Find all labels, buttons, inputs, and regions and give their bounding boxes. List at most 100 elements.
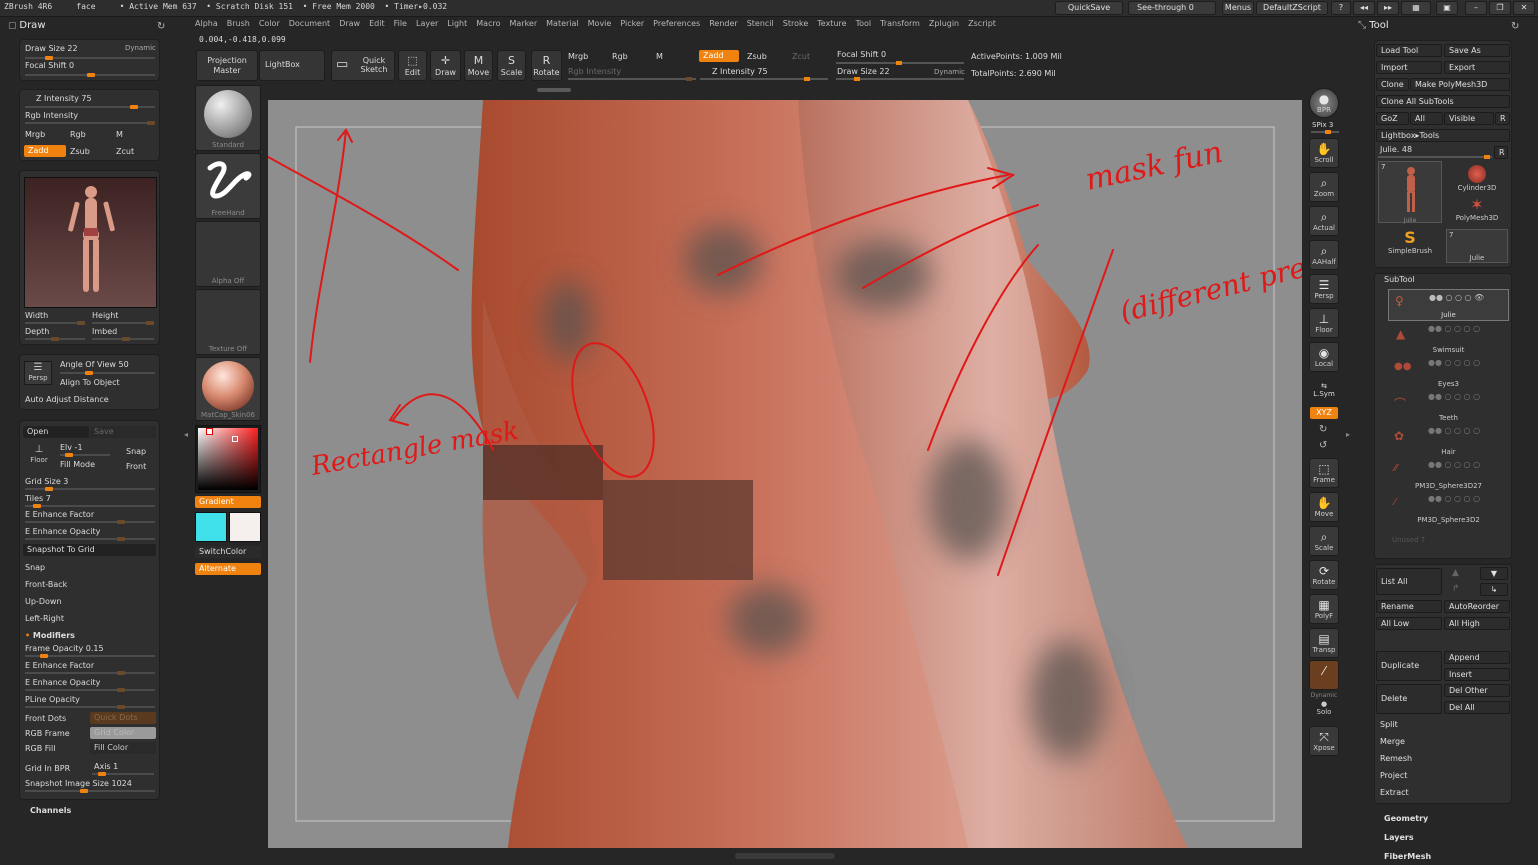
eyes-toggle-icons[interactable]: ●● ○ ○ ○ ○	[1428, 358, 1480, 367]
rgb-fill-label[interactable]: RGB Fill	[25, 744, 55, 753]
sphere2-toggle-icons[interactable]: ●● ○ ○ ○ ○	[1428, 494, 1480, 503]
insert-button[interactable]: Insert	[1444, 668, 1510, 681]
front-label[interactable]: Front	[126, 462, 146, 471]
depth-label[interactable]: Depth	[25, 327, 49, 336]
menus-button[interactable]: Menus	[1222, 1, 1254, 15]
extract-section[interactable]: Extract	[1376, 787, 1510, 800]
move-right-button[interactable]: ✋ Move	[1309, 492, 1339, 522]
teeth-toggle-icons[interactable]: ●● ○ ○ ○ ○	[1428, 392, 1480, 401]
rgb-intensity-slider[interactable]	[25, 121, 155, 125]
minimize-icon[interactable]: –	[1465, 1, 1487, 15]
secondary-color-swatch[interactable]	[229, 512, 261, 542]
focal-shift-slider[interactable]	[25, 73, 155, 77]
menu-stencil[interactable]: Stencil	[747, 19, 774, 28]
m-button[interactable]: M	[116, 130, 123, 139]
menu-stroke[interactable]: Stroke	[783, 19, 809, 28]
subtool-item-julie[interactable]: ♀ ●● ○ ○ ○ 👁 Julie	[1388, 289, 1509, 321]
color-picker-square[interactable]	[198, 428, 258, 490]
move-button[interactable]: M Move	[464, 50, 493, 81]
frame-opacity-slider[interactable]	[25, 654, 155, 658]
texture-selector[interactable]: Texture Off	[195, 289, 261, 355]
persp-button[interactable]: ☰ Persp	[24, 361, 52, 385]
channels-section[interactable]: Channels	[30, 806, 71, 815]
zcut-top-button[interactable]: Zcut	[792, 52, 810, 61]
menu-material[interactable]: Material	[546, 19, 579, 28]
snapshot-size-label[interactable]: Snapshot Image Size 1024	[25, 779, 132, 788]
clone-button[interactable]: Clone	[1376, 78, 1409, 91]
visible-button[interactable]: Visible	[1444, 112, 1494, 125]
menu-zplugin[interactable]: Zplugin	[929, 19, 959, 28]
del-all-button[interactable]: Del All	[1444, 701, 1510, 714]
tool-thumbnail[interactable]	[24, 177, 157, 308]
see-through-slider[interactable]: See-through 0	[1128, 1, 1216, 15]
subtool-item-teeth[interactable]: ⌒ ●● ○ ○ ○ ○ Teeth	[1388, 391, 1509, 423]
focal-shift-top-slider[interactable]	[836, 61, 964, 65]
close-icon[interactable]: ✕	[1513, 1, 1535, 15]
solo-button[interactable]: ● Solo	[1310, 700, 1338, 716]
menu-render[interactable]: Render	[709, 19, 737, 28]
rgb-frame-label[interactable]: RGB Frame	[25, 729, 70, 738]
material-selector[interactable]: MatCap_Skin06	[195, 357, 261, 421]
brush-selector[interactable]: Standard	[195, 85, 261, 151]
draw-size-slider[interactable]	[25, 56, 155, 60]
autoreorder-button[interactable]: AutoReorder	[1444, 600, 1510, 613]
width-slider[interactable]	[25, 321, 85, 325]
rotate-y-icon[interactable]: ↻	[1319, 424, 1327, 435]
menu-document[interactable]: Document	[289, 19, 330, 28]
persp-right-button[interactable]: ☰ Persp	[1309, 274, 1339, 304]
tool-thumb-cylinder[interactable]: Cylinder3D	[1446, 161, 1508, 195]
list-all-button[interactable]: List All	[1376, 568, 1442, 595]
menu-marker[interactable]: Marker	[509, 19, 537, 28]
spix-slider[interactable]	[1311, 130, 1339, 134]
move-up-icon[interactable]: ▲	[1452, 568, 1459, 578]
focal-shift-label[interactable]: Focal Shift 0	[25, 61, 74, 70]
project-section[interactable]: Project	[1376, 770, 1510, 783]
auto-adjust-distance-button[interactable]: Auto Adjust Distance	[25, 395, 109, 404]
spix-label[interactable]: SPix 3	[1312, 121, 1333, 129]
menu-draw[interactable]: Draw	[339, 19, 360, 28]
current-tool-label[interactable]: Julie. 48	[1380, 145, 1412, 154]
rgb-intensity-label[interactable]: Rgb Intensity	[25, 111, 78, 120]
tool-thumb-polymesh[interactable]: ✶ PolyMesh3D	[1446, 196, 1508, 228]
arrow-down-right-icon[interactable]: ↳	[1480, 583, 1508, 596]
menu-layer[interactable]: Layer	[416, 19, 438, 28]
move-down-icon[interactable]: ▼	[1480, 567, 1508, 580]
menu-zscript[interactable]: Zscript	[968, 19, 996, 28]
fill-mode-label[interactable]: Fill Mode	[60, 460, 95, 469]
geometry-section[interactable]: Geometry	[1384, 814, 1428, 823]
rename-button[interactable]: Rename	[1376, 600, 1442, 613]
scale-right-button[interactable]: ⌕ Scale	[1309, 526, 1339, 556]
make-polymesh-button[interactable]: Make PolyMesh3D	[1410, 78, 1510, 91]
duplicate-button[interactable]: Duplicate	[1376, 651, 1442, 681]
e-enhance-opacity-slider[interactable]	[25, 537, 155, 541]
scroll-button[interactable]: ✋ Scroll	[1309, 138, 1339, 168]
import-button[interactable]: Import	[1376, 61, 1442, 74]
load-tool-button[interactable]: Load Tool	[1376, 44, 1442, 57]
menu-macro[interactable]: Macro	[476, 19, 500, 28]
modifiers-header[interactable]: • Modifiers	[25, 631, 75, 640]
del-other-button[interactable]: Del Other	[1444, 684, 1510, 697]
pline-opacity-slider[interactable]	[25, 705, 155, 709]
snapshot-to-grid-button[interactable]: Snapshot To Grid	[23, 544, 156, 556]
open-button[interactable]: Open	[23, 426, 89, 438]
z-intensity-top-label[interactable]: Z Intensity 75	[712, 67, 768, 76]
local-button[interactable]: ◉ Local	[1309, 342, 1339, 372]
draw-size-top-slider[interactable]	[836, 77, 964, 81]
up-down-button[interactable]: Up-Down	[25, 597, 62, 606]
rgb-intensity-top-label[interactable]: Rgb Intensity	[568, 67, 621, 76]
tool-slider[interactable]	[1378, 155, 1492, 159]
m-top-button[interactable]: M	[656, 52, 663, 61]
aahalf-button[interactable]: ⌕ AAHalf	[1309, 240, 1339, 270]
tiles-label[interactable]: Tiles 7	[25, 494, 51, 503]
e-enhance-opacity-label[interactable]: E Enhance Opacity	[25, 527, 100, 536]
color-picker[interactable]	[195, 425, 261, 493]
dynamic-top-toggle[interactable]: Dynamic	[934, 68, 965, 76]
goz-all-button[interactable]: All	[1410, 112, 1443, 125]
depth-slider[interactable]	[25, 337, 85, 341]
menu-brush[interactable]: Brush	[227, 19, 250, 28]
grid-color-swatch[interactable]: Grid Color	[90, 727, 156, 739]
xyz-button[interactable]: XYZ	[1310, 407, 1338, 419]
viewport-bottom-handle[interactable]	[735, 853, 835, 859]
delete-button[interactable]: Delete	[1376, 684, 1442, 714]
tool-r-button[interactable]: R	[1494, 146, 1508, 159]
